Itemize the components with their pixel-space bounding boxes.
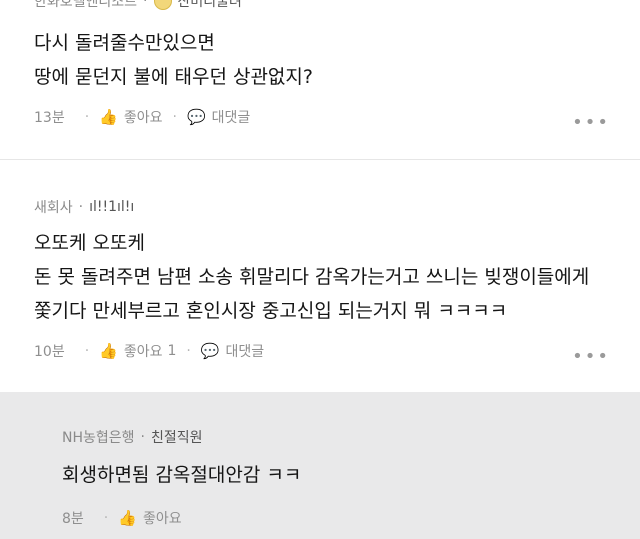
comment-line: 쫓기다 만세부르고 혼인시장 중고신입 되는거지 뭐 ㅋㅋㅋㅋ: [34, 300, 508, 322]
reply-button[interactable]: 💬 대댓글: [187, 107, 250, 127]
author-badge: ıl!!1ıl!ı: [89, 199, 135, 215]
speech-bubble-icon: 💬: [200, 342, 220, 360]
comment-time: 8분: [62, 511, 84, 527]
comment-line: 오또케 오또케: [34, 232, 145, 254]
author-name[interactable]: 한화호텔앤리조트: [34, 0, 137, 11]
like-button[interactable]: 👍 좋아요 1: [99, 341, 176, 361]
comment-meta: 새회사 · ıl!!1ıl!ı: [34, 197, 135, 217]
comment-actions: 10분 · 👍 좋아요 1 · 💬 대댓글: [34, 341, 265, 361]
more-dots-icon[interactable]: •••: [572, 346, 610, 367]
author-name[interactable]: 새회사: [34, 197, 73, 217]
like-button[interactable]: 👍 좋아요: [118, 508, 181, 528]
author-badge: 잔머리굴려: [177, 0, 242, 10]
comment-line: 회생하면됨 감옥절대안감 ㅋㅋ: [62, 464, 302, 486]
like-label: 좋아요: [123, 110, 163, 126]
author-badge: 친절직원: [150, 430, 203, 446]
thumbs-up-icon: 👍: [99, 108, 118, 126]
comment-line: 땅에 묻던지 불에 태우던 상관없지?: [34, 66, 313, 88]
comment-body: 오또케 오또케 돈 못 돌려주면 남편 소송 휘말리다 감옥가는거고 쓰니는 빚…: [34, 226, 589, 328]
comment-line: 다시 돌려줄수만있으면: [34, 32, 215, 54]
more-dots-icon[interactable]: •••: [572, 112, 610, 133]
comment-meta: 한화호텔앤리조트 · 잔머리굴려: [34, 0, 242, 11]
thumbs-up-icon: 👍: [99, 342, 118, 360]
reply-label: 대댓글: [211, 110, 251, 126]
like-count: 1: [167, 343, 177, 359]
like-label: 좋아요: [142, 511, 182, 527]
like-label: 좋아요: [123, 344, 163, 360]
reply-label: 대댓글: [225, 344, 265, 360]
comment-meta: NH농협은행 · 친절직원: [62, 427, 203, 447]
reply-button[interactable]: 💬 대댓글: [201, 341, 264, 361]
comment-body: 다시 돌려줄수만있으면 땅에 묻던지 불에 태우던 상관없지?: [34, 26, 313, 94]
comment-body: 회생하면됨 감옥절대안감 ㅋㅋ: [62, 458, 301, 492]
speech-bubble-icon: 💬: [186, 108, 206, 126]
comment-actions: 13분 · 👍 좋아요 · 💬 대댓글: [34, 107, 251, 127]
thumbs-up-icon: 👍: [118, 509, 137, 527]
comment-time: 10분: [34, 344, 65, 360]
author-name[interactable]: NH농협은행: [62, 427, 135, 447]
comment-actions: 8분 · 👍 좋아요: [62, 508, 182, 528]
comment-line: 돈 못 돌려주면 남편 소송 휘말리다 감옥가는거고 쓰니는 빚쟁이들에게: [34, 266, 590, 288]
comment-time: 13분: [34, 110, 65, 126]
emoji-badge-icon: [153, 0, 172, 10]
like-button[interactable]: 👍 좋아요: [99, 107, 162, 127]
